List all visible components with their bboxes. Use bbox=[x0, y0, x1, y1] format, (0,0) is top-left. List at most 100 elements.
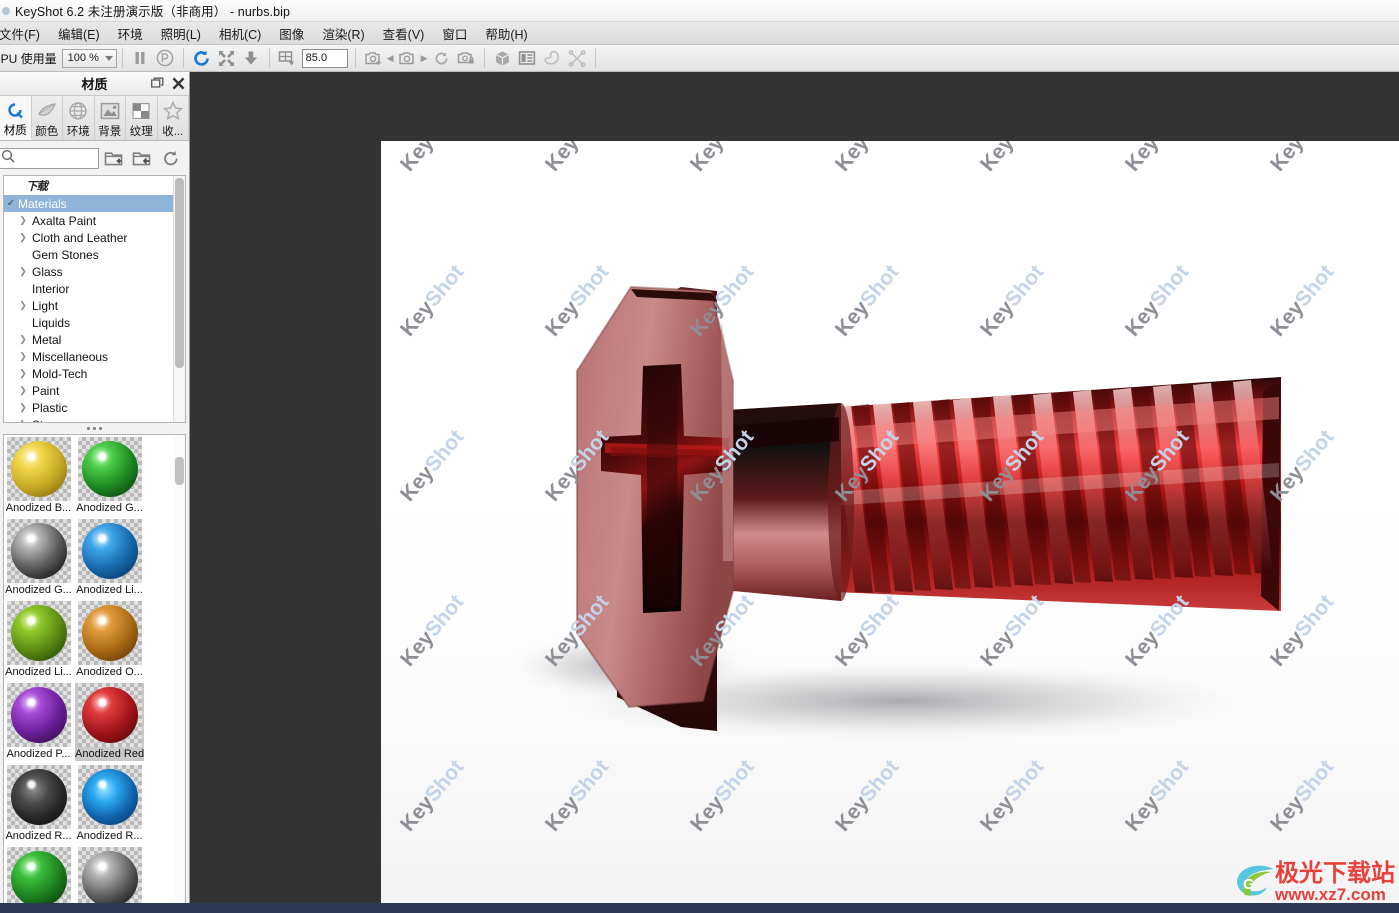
search-input[interactable] bbox=[15, 152, 98, 164]
tree-item-liquids[interactable]: Liquids bbox=[4, 314, 173, 331]
menu-view[interactable]: 查看(V) bbox=[374, 22, 434, 45]
tree-item-axalta-paint[interactable]: ❯ Axalta Paint bbox=[4, 212, 173, 229]
sphere-icon bbox=[10, 687, 67, 743]
sphere-icon bbox=[81, 769, 138, 825]
list-item[interactable]: Anodized R... bbox=[4, 847, 73, 903]
undock-button[interactable] bbox=[150, 74, 164, 92]
thumbnail-scrollbar-thumb[interactable] bbox=[175, 457, 184, 485]
tree-item-metal[interactable]: ❯ Metal bbox=[4, 331, 173, 348]
tree-item-cloth-and-leather[interactable]: ❯ Cloth and Leather bbox=[4, 229, 173, 246]
pause-button[interactable] bbox=[128, 47, 153, 70]
checker-texture-icon bbox=[131, 100, 151, 122]
prev-camera-button[interactable]: ◀ bbox=[386, 53, 395, 64]
tree-scrollbar[interactable] bbox=[173, 176, 185, 422]
import-button[interactable] bbox=[239, 47, 264, 70]
list-item[interactable]: Anodized G... bbox=[75, 437, 144, 515]
list-item[interactable]: Anodized R... bbox=[75, 847, 144, 903]
add-camera-button[interactable] bbox=[361, 47, 386, 70]
camera-button[interactable] bbox=[395, 47, 420, 70]
chevron-right-icon[interactable]: ❯ bbox=[16, 419, 30, 422]
tree-item-glass[interactable]: ❯ Glass bbox=[4, 263, 173, 280]
menu-file-label: 文件(F) bbox=[0, 27, 40, 42]
chevron-right-icon[interactable]: ❯ bbox=[16, 402, 30, 413]
palette-icon bbox=[544, 50, 560, 65]
search-field[interactable] bbox=[0, 147, 99, 169]
list-item[interactable]: Anodized B... bbox=[4, 437, 73, 515]
refresh-button[interactable] bbox=[189, 47, 214, 70]
check-icon: ✓ bbox=[6, 198, 16, 209]
list-item[interactable]: Anodized P... bbox=[4, 683, 73, 761]
menu-file[interactable]: 文件(F) bbox=[0, 22, 49, 45]
tree-item-stone[interactable]: ❯ Stone bbox=[4, 416, 173, 423]
new-folder-button[interactable] bbox=[99, 146, 128, 170]
performance-mode-button[interactable] bbox=[153, 47, 178, 70]
tab-materials[interactable]: 材质 bbox=[0, 96, 32, 140]
close-panel-button[interactable] bbox=[171, 74, 185, 92]
tab-favorites[interactable]: 收... bbox=[157, 96, 189, 140]
chevron-right-icon[interactable]: ❯ bbox=[16, 215, 30, 226]
library-tree[interactable]: 下载 ✓ Materials ❯ Axalta Paint ❯ Cloth an… bbox=[3, 175, 186, 423]
sphere-icon bbox=[10, 851, 67, 903]
list-item[interactable]: Anodized Li... bbox=[4, 601, 73, 679]
tab-textures[interactable]: 纹理 bbox=[126, 96, 158, 140]
menu-help[interactable]: 帮助(H) bbox=[476, 22, 536, 45]
tree-item-paint[interactable]: ❯ Paint bbox=[4, 382, 173, 399]
camera-plus-icon bbox=[365, 51, 381, 65]
cpu-usage-dropdown[interactable]: 100 % bbox=[61, 48, 117, 68]
refresh-library-button[interactable] bbox=[156, 146, 185, 170]
panel-splitter[interactable] bbox=[0, 423, 189, 434]
material-library-panel: 材质 材质 颜色 环境 背景 纹理 收... 下载 ✓ Materials ❯ … bbox=[0, 72, 190, 913]
chevron-right-icon[interactable]: ❯ bbox=[16, 368, 30, 379]
menu-bar: 文件(F) 编辑(E) 环境 照明(L) 相机(C) 图像 渲染(R) 查看(V… bbox=[0, 22, 1399, 45]
reset-camera-button[interactable] bbox=[429, 47, 454, 70]
grid-button[interactable] bbox=[275, 47, 300, 70]
tree-scrollbar-thumb[interactable] bbox=[175, 178, 184, 368]
menu-render[interactable]: 渲染(R) bbox=[313, 22, 373, 45]
tree-item-light[interactable]: ❯ Light bbox=[4, 297, 173, 314]
list-item[interactable]: Anodized R... bbox=[4, 765, 73, 843]
tree-item-gem-stones[interactable]: Gem Stones bbox=[4, 246, 173, 263]
menu-image[interactable]: 图像 bbox=[270, 22, 313, 45]
tab-background[interactable]: 背景 bbox=[94, 96, 126, 140]
tab-environment[interactable]: 环境 bbox=[63, 96, 95, 140]
tree-item-miscellaneous[interactable]: ❯ Miscellaneous bbox=[4, 348, 173, 365]
list-item[interactable]: Anodized G... bbox=[4, 519, 73, 597]
chevron-right-icon[interactable]: ❯ bbox=[16, 266, 30, 277]
tree-item-materials[interactable]: ✓ Materials bbox=[4, 195, 173, 212]
tab-colors[interactable]: 颜色 bbox=[31, 96, 63, 140]
open-folder-button[interactable] bbox=[127, 146, 156, 170]
list-item-selected[interactable]: Anodized Red bbox=[75, 683, 144, 761]
menu-environment[interactable]: 环境 bbox=[109, 22, 152, 45]
chevron-right-icon[interactable]: ❯ bbox=[16, 351, 30, 362]
lock-camera-button[interactable] bbox=[454, 47, 479, 70]
chevron-right-icon[interactable]: ❯ bbox=[16, 232, 30, 243]
chevron-right-icon[interactable]: ❯ bbox=[16, 300, 30, 311]
material-edit-button[interactable] bbox=[540, 47, 565, 70]
tree-item-plastic[interactable]: ❯ Plastic bbox=[4, 399, 173, 416]
list-item[interactable]: Anodized O... bbox=[75, 601, 144, 679]
material-graph-button[interactable] bbox=[565, 47, 590, 70]
material-thumbnail-grid[interactable]: Anodized B... Anodized G... Anodized G..… bbox=[3, 434, 186, 904]
list-item[interactable]: Anodized R... bbox=[75, 765, 144, 843]
chevron-right-icon[interactable]: ❯ bbox=[16, 385, 30, 396]
list-item[interactable]: Anodized Li... bbox=[75, 519, 144, 597]
next-camera-button[interactable]: ▶ bbox=[420, 53, 429, 64]
fullscreen-button[interactable] bbox=[214, 47, 239, 70]
toolbar-divider bbox=[354, 48, 356, 68]
sphere-icon bbox=[81, 605, 138, 661]
scene-button[interactable] bbox=[490, 47, 515, 70]
render-viewport[interactable]: KeyShot KeyShot KeyShot KeyShot KeyShot … bbox=[191, 72, 1399, 913]
menu-lighting[interactable]: 照明(L) bbox=[152, 22, 210, 45]
menu-edit[interactable]: 编辑(E) bbox=[49, 22, 109, 45]
render-region[interactable]: KeyShot KeyShot KeyShot KeyShot KeyShot … bbox=[381, 141, 1399, 904]
resolution-input[interactable]: 85.0 bbox=[301, 48, 348, 68]
watermark-key: Key bbox=[396, 141, 439, 176]
library-button[interactable] bbox=[515, 47, 540, 70]
tree-item-interior[interactable]: Interior bbox=[4, 280, 173, 297]
material-preview bbox=[6, 765, 71, 829]
chevron-right-icon[interactable]: ❯ bbox=[16, 334, 30, 345]
tree-item-mold-tech[interactable]: ❯ Mold-Tech bbox=[4, 365, 173, 382]
thumbnail-scrollbar[interactable] bbox=[173, 435, 185, 903]
menu-window[interactable]: 窗口 bbox=[433, 22, 476, 45]
menu-camera[interactable]: 相机(C) bbox=[210, 22, 270, 45]
